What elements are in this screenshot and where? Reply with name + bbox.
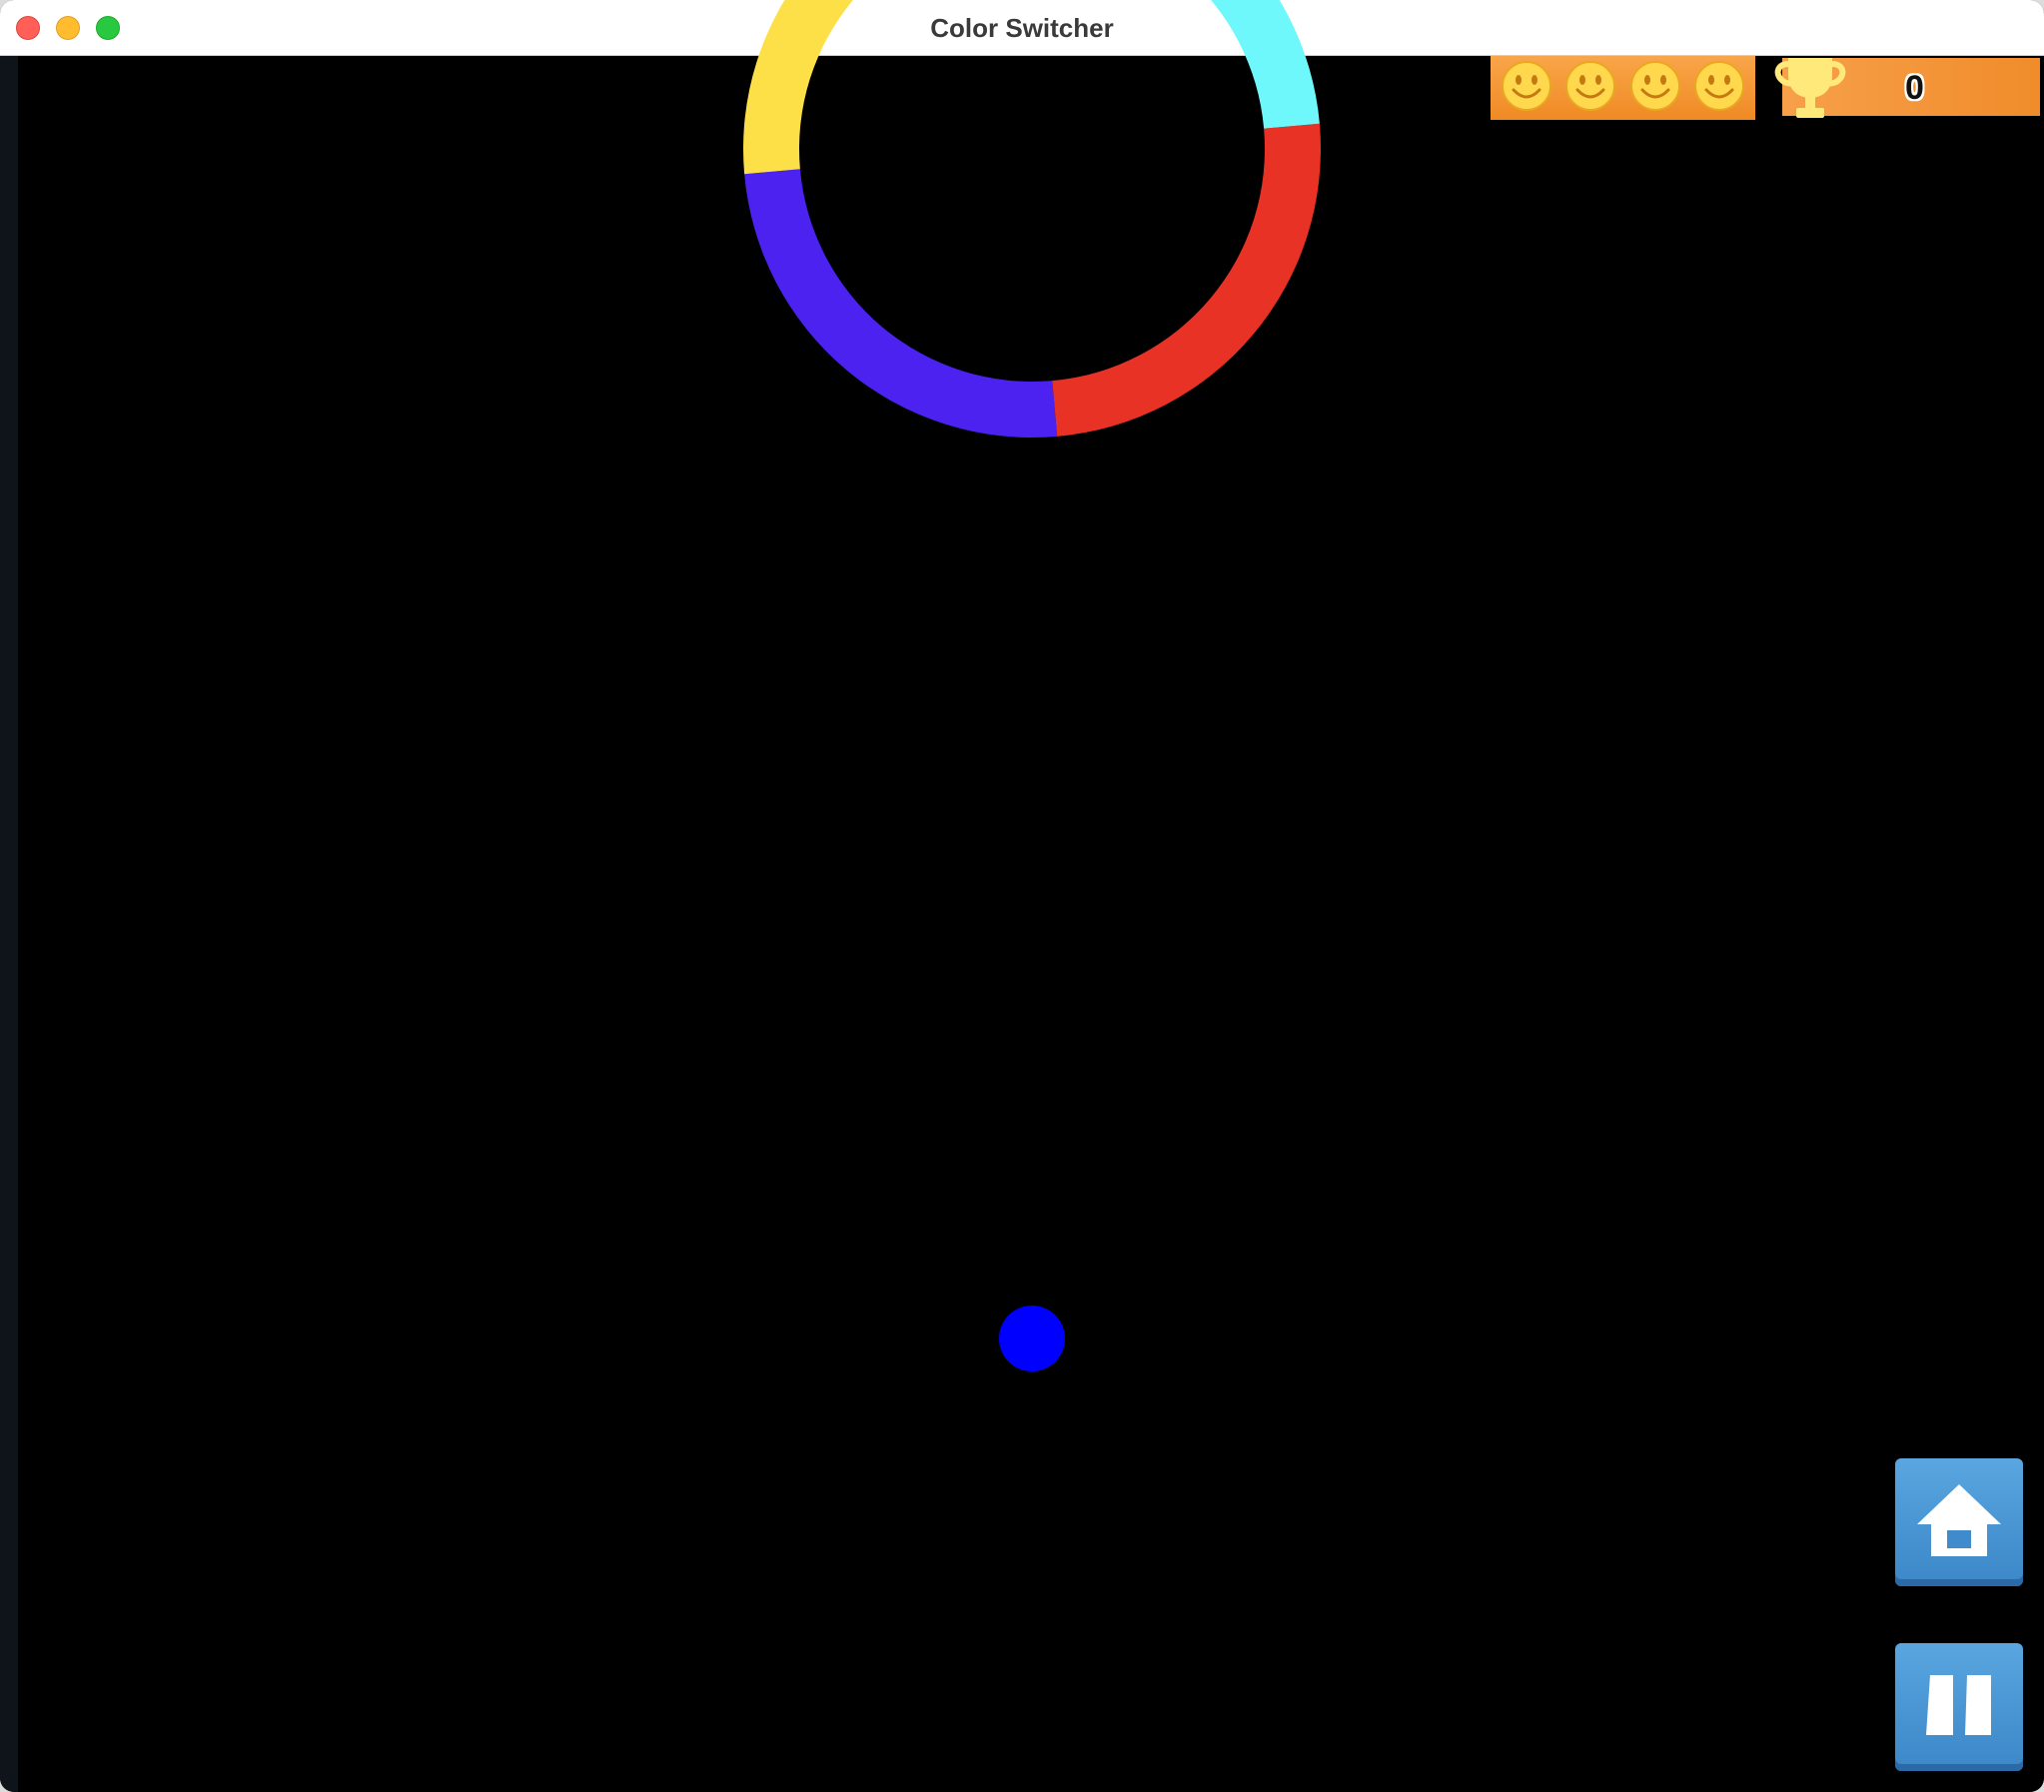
smiley-face-icon — [1692, 59, 1746, 118]
home-button[interactable] — [1895, 1458, 2023, 1586]
ring-segment-purple — [744, 169, 1058, 439]
pause-icon — [1926, 1675, 1991, 1735]
smiley-face-icon — [1628, 59, 1682, 118]
pause-button[interactable] — [1895, 1643, 2023, 1771]
ring-segment-yellow — [743, 0, 853, 175]
smiley-face-icon — [1500, 59, 1553, 118]
ring-segment-cyan — [1211, 0, 1320, 129]
playfield — [743, 0, 1321, 1371]
color-ring-obstacle — [743, 0, 1321, 439]
home-icon — [1917, 1484, 2001, 1556]
trophy-icon — [1774, 58, 1846, 118]
ring-segment-red — [1052, 123, 1321, 437]
player-ball — [999, 1306, 1065, 1371]
smiley-face-icon — [1563, 59, 1617, 118]
lives-panel — [1491, 56, 1755, 120]
app-window: Color Switcher 0 — [0, 0, 2044, 1792]
